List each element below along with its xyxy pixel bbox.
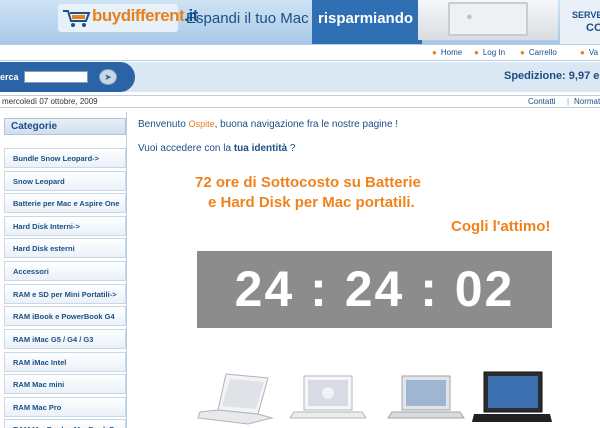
nav-cart[interactable]: ● Carrello — [520, 48, 557, 57]
search-go-button[interactable]: ➤ — [99, 69, 117, 85]
service-label-2: CO — [586, 22, 600, 34]
promo-headline-3: Cogli l'attimo! — [451, 218, 551, 235]
guest-name: Ospite — [188, 119, 215, 129]
category-item[interactable]: Accessori — [4, 261, 126, 281]
countdown-timer: 24 : 24 : 02 — [197, 251, 552, 328]
nav-more[interactable]: ● Va — [580, 48, 598, 57]
service-label: SERVE — [572, 10, 600, 20]
category-item[interactable]: Hard Disk Interni-> — [4, 216, 126, 236]
bullet-icon: ● — [520, 48, 525, 57]
top-navigation: ● Home ● Log In ● Carrello ● Va — [0, 44, 600, 61]
tagline: Espandi il tuo Mac — [186, 10, 309, 27]
category-item[interactable]: RAM iBook e PowerBook G4 — [4, 306, 126, 326]
promo-headline-2: e Hard Disk per Mac portatili. — [208, 194, 415, 211]
search-input[interactable] — [24, 71, 88, 83]
current-date: mercoledì 07 ottobre, 2009 — [2, 97, 98, 106]
category-item[interactable]: RAM MacBook e MacBook Pro — [4, 419, 126, 428]
laptop-macbook-icon[interactable] — [288, 370, 368, 428]
category-title: Categorie — [4, 118, 126, 135]
category-item[interactable]: Bundle Snow Leopard-> — [4, 148, 126, 168]
category-item[interactable]: RAM iMac Intel — [4, 352, 126, 372]
laptop-silver-icon[interactable] — [386, 370, 466, 428]
go-arrow-icon: ➤ — [104, 72, 112, 82]
laptop-white-icon[interactable] — [196, 370, 276, 428]
separator: | — [567, 97, 570, 106]
identity-link[interactable]: tua identità — [234, 143, 287, 154]
bullet-icon: ● — [474, 48, 479, 57]
apple-logo-icon: ● — [466, 11, 473, 23]
laptop-black-icon[interactable] — [472, 370, 552, 428]
identity-prompt: Vuoi accedere con la tua identità ? — [138, 143, 296, 154]
category-item[interactable]: RAM iMac G5 / G4 / G3 — [4, 329, 126, 349]
shopping-cart-icon — [63, 10, 91, 27]
contacts-link[interactable]: Contatti — [528, 97, 556, 106]
category-item[interactable]: RAM Mac mini — [4, 374, 126, 394]
nav-home[interactable]: ● Home — [432, 48, 462, 57]
search-label: erca — [0, 72, 19, 82]
logo-text: buydifferent.it — [92, 6, 198, 25]
category-item[interactable]: Hard Disk esterni — [4, 238, 126, 258]
shipping-info: Spedizione: 9,97 eur — [504, 70, 600, 82]
category-sidebar: Categorie Bundle Snow Leopard-> Snow Leo… — [0, 112, 127, 428]
imac-image: ● — [418, 0, 558, 40]
date-bar: mercoledì 07 ottobre, 2009 Contatti | No… — [0, 95, 600, 108]
bullet-icon: ● — [580, 48, 585, 57]
promo-banner: risparmiando — [312, 0, 422, 44]
promo-headline-1: 72 ore di Sottocosto su Batterie — [195, 174, 421, 191]
rules-link[interactable]: Normat — [574, 97, 600, 106]
bullet-icon: ● — [432, 48, 437, 57]
search-bar: erca ➤ Spedizione: 9,97 eur — [0, 62, 600, 92]
category-item[interactable]: RAM Mac Pro — [4, 397, 126, 417]
category-item[interactable]: Snow Leopard — [4, 171, 126, 191]
nav-login[interactable]: ● Log In — [474, 48, 505, 57]
welcome-message: Benvenuto Ospite, buona navigazione fra … — [138, 119, 399, 130]
header-banner: buydifferent.it Espandi il tuo Mac rispa… — [0, 0, 600, 44]
category-item[interactable]: Batterie per Mac e Aspire One — [4, 193, 126, 213]
category-item[interactable]: RAM e SD per Mini Portatili-> — [4, 284, 126, 304]
